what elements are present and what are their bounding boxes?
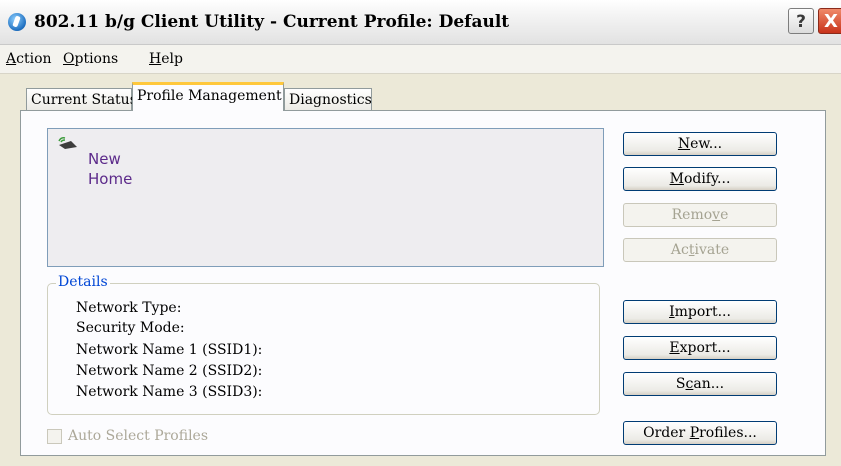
scan-button[interactable]: Scan... — [623, 372, 777, 396]
menu-options[interactable]: Options — [63, 51, 118, 67]
wireless-utility-icon — [8, 13, 26, 31]
tab-current-status[interactable]: Current Status — [26, 88, 137, 110]
menu-help[interactable]: Help — [149, 51, 183, 67]
details-group: Details Network Type: Security Mode: Net… — [47, 274, 600, 415]
help-button[interactable]: ? — [788, 8, 814, 34]
menu-bar: Action Options Help — [0, 45, 841, 74]
window-title: 802.11 b/g Client Utility - Current Prof… — [34, 12, 510, 32]
network-type-label: Network Type: — [76, 300, 182, 316]
client-utility-window: 802.11 b/g Client Utility - Current Prof… — [0, 0, 841, 466]
new-button[interactable]: New... — [623, 132, 777, 156]
close-button[interactable]: X — [818, 8, 841, 34]
wireless-profile-icon — [58, 137, 77, 149]
tab-profile-management[interactable]: Profile Management — [132, 82, 284, 111]
network-name-3-label: Network Name 3 (SSID3): — [76, 384, 263, 400]
import-button[interactable]: Import... — [623, 300, 777, 324]
export-button[interactable]: Export... — [623, 336, 777, 360]
network-name-1-label: Network Name 1 (SSID1): — [76, 342, 263, 358]
tab-diagnostics[interactable]: Diagnostics — [284, 88, 372, 110]
menu-action[interactable]: Action — [6, 51, 52, 67]
profile-management-panel: New Home New... Modify... Remove Activat… — [20, 110, 826, 456]
profile-list[interactable]: New Home — [47, 128, 604, 267]
profile-item-new[interactable]: New — [88, 150, 121, 168]
close-icon: X — [824, 11, 838, 32]
activate-button[interactable]: Activate — [623, 238, 777, 262]
auto-select-profiles-label: Auto Select Profiles — [68, 428, 209, 444]
order-profiles-button[interactable]: Order Profiles... — [623, 421, 777, 445]
profile-item-home[interactable]: Home — [88, 170, 132, 188]
details-label: Details — [56, 274, 110, 290]
remove-button[interactable]: Remove — [623, 203, 777, 227]
auto-select-profiles-checkbox[interactable] — [47, 429, 62, 444]
title-bar[interactable]: 802.11 b/g Client Utility - Current Prof… — [0, 0, 841, 45]
network-name-2-label: Network Name 2 (SSID2): — [76, 363, 263, 379]
tab-strip: Current Status Profile Management Diagno… — [0, 80, 841, 111]
modify-button[interactable]: Modify... — [623, 167, 777, 191]
security-mode-label: Security Mode: — [76, 320, 185, 336]
